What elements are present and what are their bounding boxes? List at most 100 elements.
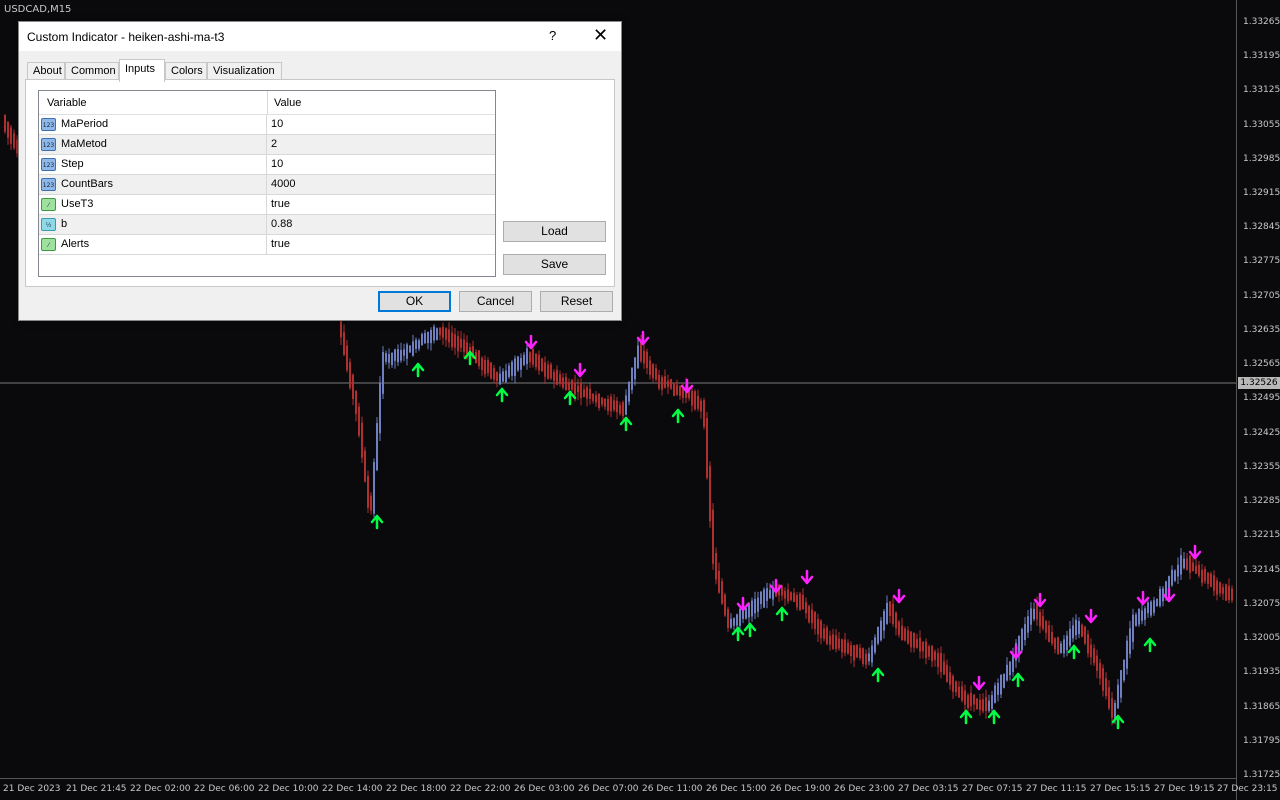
candle-body	[1102, 668, 1104, 691]
candle-body	[802, 594, 804, 610]
tab-inputs[interactable]: Inputs	[119, 59, 165, 82]
table-row[interactable]: 123 MaMetod 2	[39, 135, 495, 155]
candle-body	[829, 635, 831, 645]
help-button[interactable]: ?	[549, 28, 556, 43]
candle-body	[1195, 565, 1197, 574]
candle-body	[574, 382, 576, 395]
time-tick: 22 Dec 02:00	[130, 784, 191, 794]
candle-body	[349, 361, 351, 388]
price-tick: 1.32915	[1243, 188, 1280, 198]
inputs-grid[interactable]: Variable Value 123 MaPeriod 10 123 MaMetod…	[38, 90, 496, 277]
candle-body	[757, 597, 759, 612]
chart-symbol-label: USDCAD,M15	[4, 4, 72, 15]
candle-body	[1186, 558, 1188, 570]
candle-body	[985, 697, 987, 712]
table-row[interactable]: ⁄ Alerts true	[39, 235, 495, 255]
candle-body	[922, 641, 924, 652]
close-icon[interactable]: ✕	[593, 25, 608, 46]
candle-body	[805, 602, 807, 614]
candle-body	[601, 397, 603, 405]
candle-body	[1078, 621, 1080, 635]
candle-body	[427, 331, 429, 344]
candle-body	[1225, 584, 1227, 601]
price-tick: 1.31725	[1243, 770, 1280, 780]
time-tick: 22 Dec 18:00	[386, 784, 447, 794]
param-value[interactable]: 4000	[271, 178, 295, 190]
table-row[interactable]: ½b 0.88	[39, 215, 495, 235]
candle-body	[1054, 638, 1056, 650]
candle-body	[769, 589, 771, 599]
candle-body	[481, 357, 483, 370]
candle-body	[892, 603, 894, 624]
candle-body	[7, 121, 9, 138]
candle-body	[1198, 564, 1200, 576]
candle-body	[592, 393, 594, 401]
candle-body	[1114, 702, 1116, 719]
col-header-variable[interactable]: Variable	[47, 97, 87, 109]
param-name: Alerts	[61, 238, 90, 250]
ok-button[interactable]: OK	[378, 291, 451, 312]
price-tick: 1.33125	[1243, 85, 1280, 95]
candle-body	[718, 570, 720, 593]
param-value[interactable]: 2	[271, 138, 277, 150]
dialog-title: Custom Indicator - heiken-ashi-ma-t3	[27, 30, 225, 44]
load-button[interactable]: Load	[503, 221, 606, 242]
time-axis[interactable]: 21 Dec 2023 21 Dec 21:45 22 Dec 02:00 22…	[0, 778, 1278, 800]
candle-body	[391, 352, 393, 366]
candle-body	[865, 653, 867, 665]
candle-body	[499, 373, 501, 385]
candle-body	[622, 402, 624, 417]
candle-body	[988, 700, 990, 712]
candle-body	[577, 385, 579, 393]
candle-body	[505, 370, 507, 383]
param-value[interactable]: 10	[271, 158, 283, 170]
candle-body	[457, 336, 459, 352]
price-tick: 1.32285	[1243, 496, 1280, 506]
candle-body	[820, 620, 822, 639]
candle-body	[466, 342, 468, 354]
inputs-panel: Variable Value 123 MaPeriod 10 123 MaMetod…	[25, 79, 615, 287]
price-axis[interactable]: 1.33265 1.33195 1.33125 1.33055 1.32985 …	[1236, 0, 1280, 800]
candle-body	[811, 609, 813, 624]
dialog-titlebar[interactable]: Custom Indicator - heiken-ashi-ma-t3 ? ✕	[19, 22, 621, 51]
param-value[interactable]: 10	[271, 118, 283, 130]
save-button[interactable]: Save	[503, 254, 606, 275]
candle-body	[1060, 643, 1062, 654]
sell-arrow-icon	[800, 569, 814, 585]
param-value[interactable]: true	[271, 198, 290, 210]
candle-body	[382, 352, 384, 394]
candle-body	[1006, 664, 1008, 681]
candle-body	[886, 602, 888, 624]
candle-body	[355, 390, 357, 415]
candle-body	[445, 328, 447, 340]
candle-body	[460, 338, 462, 348]
table-row[interactable]: 123 MaPeriod 10	[39, 115, 495, 135]
candle-body	[1204, 568, 1206, 582]
param-name: MaMetod	[61, 138, 107, 150]
table-row[interactable]: 123 CountBars 4000	[39, 175, 495, 195]
candle-body	[721, 581, 723, 604]
candle-body	[541, 358, 543, 371]
price-tick: 1.31935	[1243, 667, 1280, 677]
table-row[interactable]: 123 Step 10	[39, 155, 495, 175]
candle-body	[973, 694, 975, 705]
buy-arrow-icon	[1143, 637, 1157, 653]
candle-body	[691, 390, 693, 406]
candle-body	[4, 115, 6, 132]
time-tick: 26 Dec 03:00	[514, 784, 575, 794]
candle-body	[550, 364, 552, 379]
candle-body	[640, 342, 642, 362]
table-row[interactable]: ⁄ UseT3 true	[39, 195, 495, 215]
buy-arrow-icon	[1067, 644, 1081, 660]
buy-arrow-icon	[495, 387, 509, 403]
time-tick: 27 Dec 23:15	[1217, 784, 1278, 794]
candle-body	[13, 133, 15, 149]
candle-body	[1042, 616, 1044, 629]
reset-button[interactable]: Reset	[540, 291, 613, 312]
candle-body	[607, 398, 609, 411]
cancel-button[interactable]: Cancel	[459, 291, 532, 312]
col-header-value[interactable]: Value	[274, 97, 301, 109]
param-value[interactable]: true	[271, 238, 290, 250]
param-value[interactable]: 0.88	[271, 218, 292, 230]
int-icon: 123	[41, 138, 56, 151]
